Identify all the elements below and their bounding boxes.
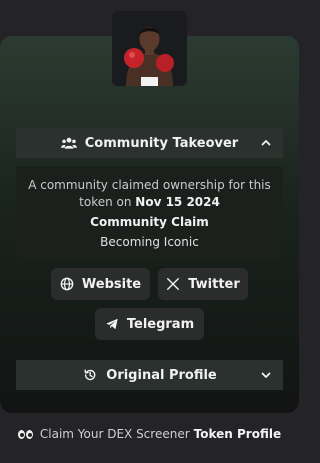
twitter-label: Twitter (188, 276, 240, 292)
chevron-up-icon (261, 140, 271, 146)
eyes-icon (17, 429, 34, 439)
footer-prefix: Claim Your DEX Screener (39, 427, 190, 441)
claim-date: Nov 15 2024 (135, 195, 220, 209)
community-claim-box: A community claimed ownership for this t… (16, 166, 283, 258)
claim-subtitle: Becoming Iconic (100, 235, 199, 249)
users-icon (60, 137, 77, 149)
telegram-label: Telegram (126, 316, 195, 332)
x-logo-icon (167, 278, 180, 290)
original-profile-label: Original Profile (106, 367, 217, 383)
eye-left (17, 429, 25, 439)
website-button[interactable]: Website (51, 268, 150, 300)
globe-icon (60, 277, 74, 291)
telegram-button[interactable]: Telegram (95, 308, 204, 340)
boxer-avatar-image (112, 11, 187, 86)
original-profile-header[interactable]: Original Profile (16, 360, 283, 390)
eye-right (25, 429, 33, 439)
token-info-card: iconic Community Takeover A community cl… (0, 36, 299, 413)
chevron-down-icon (261, 372, 271, 378)
token-avatar (112, 11, 187, 86)
community-description: A community claimed ownership for this t… (24, 177, 275, 211)
history-icon (84, 369, 96, 381)
twitter-button[interactable]: Twitter (158, 268, 248, 300)
claim-title: Community Claim (90, 215, 209, 229)
community-takeover-header[interactable]: Community Takeover (16, 128, 283, 158)
website-label: Website (81, 276, 142, 292)
claim-token-profile-banner[interactable]: Claim Your DEX Screener Token Profile (0, 427, 299, 441)
community-takeover-label: Community Takeover (84, 135, 239, 151)
telegram-icon (106, 318, 118, 330)
footer-highlight: Token Profile (193, 427, 282, 441)
